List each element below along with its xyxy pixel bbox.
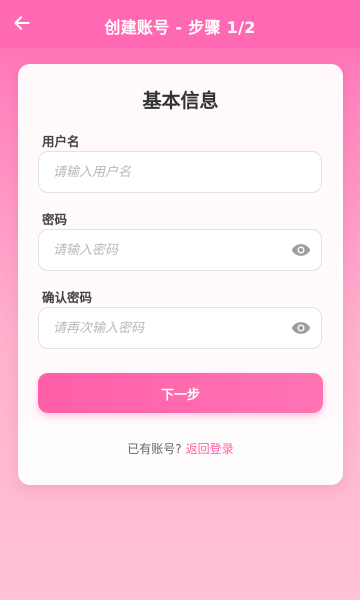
app-header: 创建账号 - 步骤 1/2: [0, 0, 360, 48]
form-card: 基本信息 用户名 密码 确认密码 下一步 已有账号? 返回登录: [18, 64, 343, 485]
eye-icon: [291, 244, 311, 256]
confirm-password-label: 确认密码: [42, 290, 93, 305]
form-title: 基本信息: [142, 90, 219, 112]
eye-icon: [291, 322, 311, 334]
login-prompt: 已有账号? 返回登录: [18, 440, 343, 457]
password-label: 密码: [42, 212, 68, 227]
confirm-password-field: [38, 307, 322, 349]
username-input[interactable]: [53, 152, 273, 192]
username-label: 用户名: [42, 134, 80, 149]
back-to-login-link[interactable]: 返回登录: [186, 442, 234, 456]
confirm-password-input[interactable]: [53, 308, 273, 348]
username-field: [38, 151, 322, 193]
password-field: [38, 229, 322, 271]
password-visibility-toggle[interactable]: [290, 240, 312, 260]
page-title: 创建账号 - 步骤 1/2: [104, 18, 256, 37]
password-input[interactable]: [53, 230, 273, 270]
confirm-password-visibility-toggle[interactable]: [290, 318, 312, 338]
login-prompt-text: 已有账号?: [127, 442, 182, 456]
next-step-button[interactable]: 下一步: [38, 373, 323, 413]
